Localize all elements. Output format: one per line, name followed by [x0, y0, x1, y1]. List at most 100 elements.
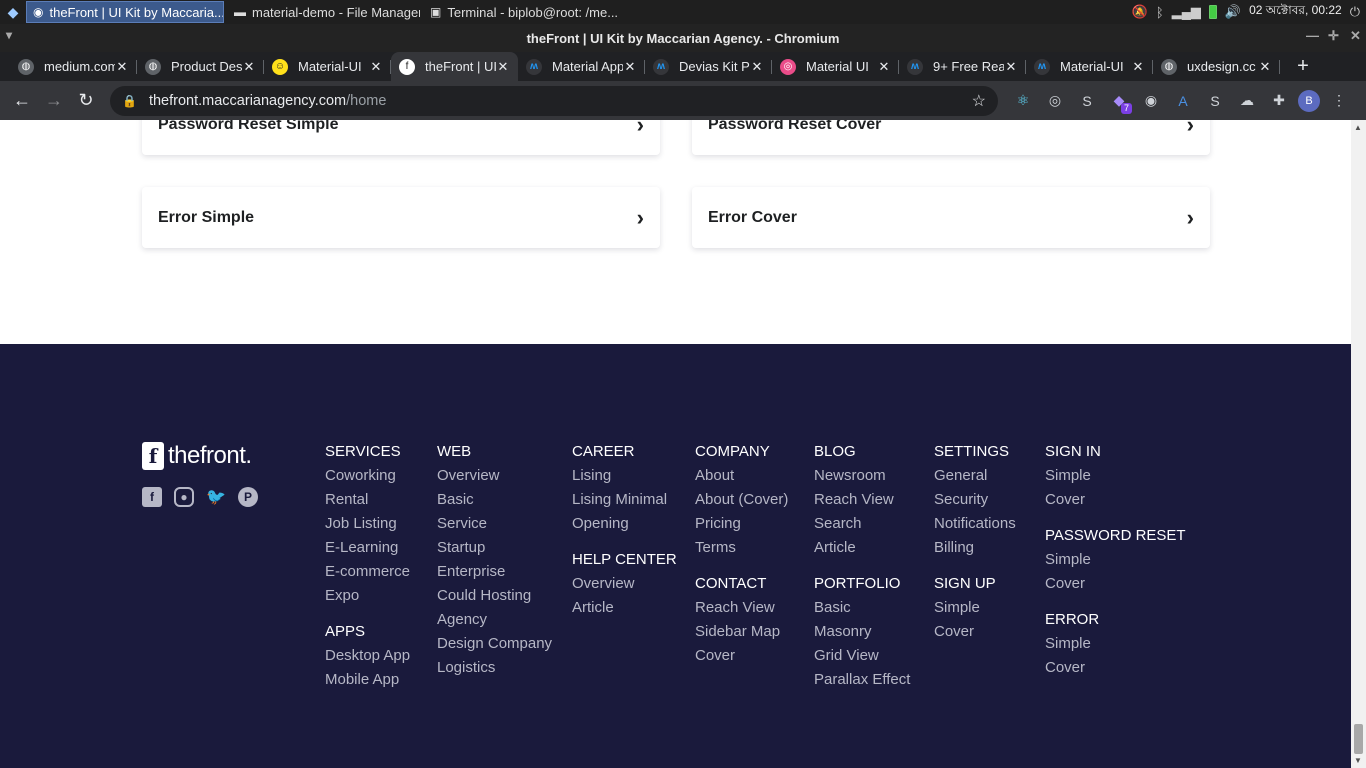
battery-icon[interactable]: [1208, 5, 1217, 19]
footer-link[interactable]: Billing: [934, 536, 1016, 560]
footer-link[interactable]: Parallax Effect: [814, 668, 910, 692]
footer-link[interactable]: Reach View: [814, 488, 910, 512]
cloud-extension-icon[interactable]: ☁: [1234, 88, 1260, 114]
footer-link[interactable]: Opening: [572, 512, 677, 536]
footer-link[interactable]: About (Cover): [695, 488, 788, 512]
window-menu-icon[interactable]: ▾: [6, 28, 12, 42]
footer-link[interactable]: About: [695, 464, 788, 488]
menu-kebab-icon[interactable]: ⋮: [1326, 88, 1352, 114]
browser-tab[interactable]: ʍ Material-UI ✕: [1026, 52, 1153, 81]
footer-link[interactable]: Simple: [934, 596, 1016, 620]
browser-tab[interactable]: ◍ Product Design✕: [137, 52, 264, 81]
card-password-reset-simple[interactable]: Password Reset Simple ›: [142, 120, 660, 155]
new-tab-button[interactable]: +: [1288, 52, 1318, 81]
footer-link[interactable]: Article: [572, 596, 677, 620]
card-error-cover[interactable]: Error Cover ›: [692, 187, 1210, 248]
footer-link[interactable]: Simple: [1045, 548, 1186, 572]
lock-icon[interactable]: 🔒: [122, 94, 137, 108]
address-bar[interactable]: 🔒 thefront.maccarianagency.com/home ☆: [110, 85, 998, 116]
bookmark-star-icon[interactable]: ☆: [972, 91, 986, 111]
footer-link[interactable]: General: [934, 464, 1016, 488]
footer-link[interactable]: Job Listing: [325, 512, 410, 536]
footer-link[interactable]: Startup: [437, 536, 552, 560]
close-tab-icon[interactable]: ✕: [115, 59, 129, 75]
close-tab-icon[interactable]: ✕: [750, 59, 764, 75]
maximize-icon[interactable]: ✛: [1328, 28, 1339, 44]
footer-link[interactable]: Search: [814, 512, 910, 536]
twitter-icon[interactable]: 🐦: [206, 487, 226, 507]
clock[interactable]: 02 অক্টোবর, 00:22: [1249, 2, 1342, 22]
browser-tab[interactable]: f theFront | UI Kit✕: [391, 52, 518, 81]
footer-link[interactable]: Overview: [572, 572, 677, 596]
app-menu-icon[interactable]: ◆: [0, 0, 26, 24]
notifications-muted-icon[interactable]: 🔕: [1132, 4, 1148, 20]
footer-link[interactable]: Pricing: [695, 512, 788, 536]
browser-tab[interactable]: ʍ Devias Kit Pro✕: [645, 52, 772, 81]
close-window-icon[interactable]: ✕: [1350, 28, 1361, 44]
react-devtools-icon[interactable]: ⚛: [1010, 88, 1036, 114]
footer-link[interactable]: Notifications: [934, 512, 1016, 536]
close-tab-icon[interactable]: ✕: [1258, 59, 1272, 75]
footer-link[interactable]: Grid View: [814, 644, 910, 668]
footer-link[interactable]: Agency: [437, 608, 552, 632]
footer-link[interactable]: Reach View: [695, 596, 788, 620]
footer-link[interactable]: E-Learning: [325, 536, 410, 560]
footer-link[interactable]: Article: [814, 536, 910, 560]
close-tab-icon[interactable]: ✕: [1131, 59, 1145, 75]
puzzle-extensions-icon[interactable]: ✚: [1266, 88, 1292, 114]
browser-tab[interactable]: ʍ 9+ Free React✕: [899, 52, 1026, 81]
power-icon[interactable]: ⏻: [1350, 4, 1360, 20]
close-tab-icon[interactable]: ✕: [496, 59, 510, 75]
profile-avatar[interactable]: B: [1298, 89, 1320, 112]
card-error-simple[interactable]: Error Simple ›: [142, 187, 660, 248]
back-button[interactable]: ←: [6, 85, 38, 117]
footer-link[interactable]: Simple: [1045, 464, 1186, 488]
browser-tab[interactable]: ◍ medium.com ✕: [10, 52, 137, 81]
footer-link[interactable]: Cover: [1045, 656, 1186, 680]
browser-tab[interactable]: ◍ uxdesign.cc ✕: [1153, 52, 1280, 81]
footer-link[interactable]: Basic: [437, 488, 552, 512]
footer-link[interactable]: Cover: [1045, 488, 1186, 512]
footer-link[interactable]: Desktop App: [325, 644, 410, 668]
footer-link[interactable]: Newsroom: [814, 464, 910, 488]
footer-link[interactable]: Cover: [934, 620, 1016, 644]
close-tab-icon[interactable]: ✕: [1004, 59, 1018, 75]
scroll-down-arrow-icon[interactable]: ▼: [1354, 756, 1362, 765]
translate-extension-icon[interactable]: A: [1170, 88, 1196, 114]
bluetooth-icon[interactable]: ᛒ: [1156, 5, 1164, 20]
s-extension-icon[interactable]: S: [1074, 88, 1100, 114]
close-tab-icon[interactable]: ✕: [623, 59, 637, 75]
eyes-extension-icon[interactable]: ◉: [1138, 88, 1164, 114]
taskbar-task[interactable]: ◉ theFront | UI Kit by Maccaria...: [26, 1, 224, 23]
footer-link[interactable]: Service: [437, 512, 552, 536]
footer-link[interactable]: Expo: [325, 584, 410, 608]
browser-tab[interactable]: ☺ Material-UI ✕: [264, 52, 391, 81]
footer-link[interactable]: Sidebar Map: [695, 620, 788, 644]
card-password-reset-cover[interactable]: Password Reset Cover ›: [692, 120, 1210, 155]
footer-link[interactable]: Lising Minimal: [572, 488, 677, 512]
footer-link[interactable]: Overview: [437, 464, 552, 488]
forward-button[interactable]: →: [38, 85, 70, 117]
wifi-signal-icon[interactable]: ▂▄▆: [1172, 4, 1201, 20]
footer-link[interactable]: Lising: [572, 464, 677, 488]
footer-link[interactable]: Mobile App: [325, 668, 410, 692]
footer-link[interactable]: Rental: [325, 488, 410, 512]
minimize-icon[interactable]: —: [1306, 28, 1319, 43]
close-tab-icon[interactable]: ✕: [877, 59, 891, 75]
s2-extension-icon[interactable]: S: [1202, 88, 1228, 114]
taskbar-task[interactable]: ▬ material-demo - File Manager: [228, 1, 420, 23]
browser-tab[interactable]: ◎ Material UI ✕: [772, 52, 899, 81]
browser-tab[interactable]: ʍ Material App ✕: [518, 52, 645, 81]
scrollbar-thumb[interactable]: [1354, 724, 1363, 754]
redux-extension-icon[interactable]: ◆ 7: [1106, 88, 1132, 114]
footer-link[interactable]: Basic: [814, 596, 910, 620]
footer-link[interactable]: Enterprise: [437, 560, 552, 584]
footer-link[interactable]: Terms: [695, 536, 788, 560]
facebook-icon[interactable]: f: [142, 487, 162, 507]
taskbar-task[interactable]: ▣ Terminal - biplob@root: /me...: [424, 1, 619, 23]
footer-link[interactable]: E-commerce: [325, 560, 410, 584]
close-tab-icon[interactable]: ✕: [242, 59, 256, 75]
footer-link[interactable]: Design Company: [437, 632, 552, 656]
volume-icon[interactable]: 🔊: [1225, 4, 1241, 20]
footer-link[interactable]: Could Hosting: [437, 584, 552, 608]
